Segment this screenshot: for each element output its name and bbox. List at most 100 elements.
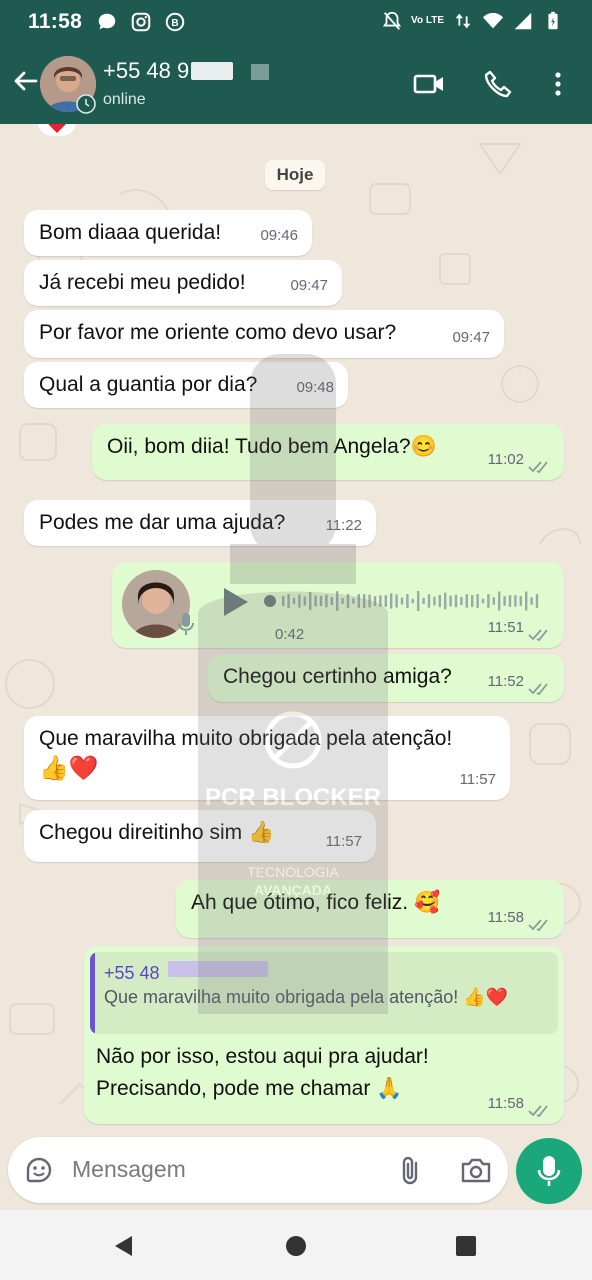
waveform-bar — [417, 591, 420, 611]
waveform-bar — [346, 594, 350, 608]
voice-record-button[interactable] — [516, 1138, 582, 1204]
contact-name[interactable]: +55 48 9 — [103, 58, 270, 84]
waveform-bar — [357, 594, 360, 608]
waveform-bar — [330, 597, 333, 605]
waveform-bar — [379, 595, 382, 607]
waveform-bar — [325, 594, 328, 608]
back-arrow-icon[interactable] — [10, 66, 40, 96]
quoted-message[interactable]: +55 48 Que maravilha muito obrigada pela… — [90, 952, 558, 1034]
message-time: 09:47 — [452, 329, 490, 346]
message-text: Já recebi meu pedido! — [39, 271, 246, 294]
message-emoji-line: 👍❤️ — [39, 755, 99, 782]
svg-text:B: B — [171, 18, 178, 29]
waveform-scrubber[interactable] — [264, 595, 276, 607]
message-time: 11:02 — [487, 451, 524, 468]
message-incoming[interactable]: Que maravilha muito obrigada pela atençã… — [24, 716, 510, 800]
voice-message[interactable]: 0:42 11:51 — [112, 562, 564, 648]
waveform-bar — [384, 595, 387, 607]
waveform-bar — [471, 595, 474, 607]
message-text: Bom diaaa querida! — [39, 221, 222, 244]
audio-waveform — [264, 591, 539, 611]
message-outgoing-reply[interactable]: +55 48 Que maravilha muito obrigada pela… — [84, 946, 564, 1124]
battery-icon — [548, 11, 558, 30]
redacted-quoted-number — [168, 961, 268, 977]
network-type-label: Vo LTE — [411, 15, 444, 26]
message-time: 09:48 — [296, 379, 334, 396]
waveform-bar — [454, 594, 458, 608]
waveform-bar — [309, 592, 312, 610]
message-time: 11:57 — [459, 771, 496, 788]
message-composer[interactable]: Mensagem — [8, 1137, 508, 1203]
waveform-bar — [368, 594, 371, 608]
play-icon[interactable] — [222, 586, 250, 618]
waveform-bar — [530, 597, 533, 605]
read-ticks-icon — [528, 683, 548, 696]
instagram-icon — [131, 12, 151, 32]
waveform-bar — [292, 597, 296, 605]
waveform-bar — [390, 593, 393, 609]
microphone-icon — [537, 1156, 561, 1186]
message-outgoing[interactable]: Chegou certinho amiga? 11:52 — [208, 654, 564, 702]
attach-icon[interactable] — [398, 1155, 422, 1187]
waveform-bar — [433, 596, 436, 606]
waveform-bar — [492, 597, 495, 605]
quoted-text: Que maravilha muito obrigada pela atençã… — [104, 987, 509, 1007]
waveform-bar — [449, 595, 452, 607]
message-incoming[interactable]: Chegou direitinho sim 👍 11:57 — [24, 810, 376, 862]
whatsapp-business-icon: B — [165, 12, 185, 32]
phone-call-icon[interactable] — [482, 68, 514, 100]
chat-area[interactable]: Hoje Bom diaaa querida! 09:46 Já recebi … — [0, 124, 592, 1146]
read-ticks-icon — [528, 919, 548, 932]
message-text: Podes me dar uma ajuda? — [39, 511, 286, 534]
verified-status-icon — [76, 94, 96, 114]
voice-mic-icon — [178, 613, 194, 635]
sticker-emoji-icon[interactable] — [24, 1155, 54, 1185]
message-time: 09:47 — [290, 277, 328, 294]
waveform-bar — [411, 598, 414, 604]
message-incoming[interactable]: Por favor me oriente como devo usar? 09:… — [24, 310, 504, 358]
redacted-number-extra — [251, 64, 270, 80]
video-call-icon[interactable] — [413, 68, 445, 100]
read-ticks-icon — [528, 1105, 548, 1118]
waveform-bar — [282, 596, 285, 606]
message-time: 11:51 — [487, 619, 524, 636]
heart-icon — [48, 124, 66, 133]
nav-recents-icon[interactable] — [454, 1234, 478, 1258]
message-text-line2: Precisando, pode me chamar 🙏 — [96, 1077, 403, 1100]
message-incoming[interactable]: Já recebi meu pedido! 09:47 — [24, 260, 342, 306]
waveform-bar — [503, 596, 506, 606]
message-text: Chegou certinho amiga? — [223, 665, 452, 688]
camera-icon[interactable] — [460, 1156, 492, 1184]
waveform-bar — [525, 591, 528, 611]
waveform-bar — [438, 594, 441, 608]
message-text: Ah que ótimo, fico feliz. 🥰 — [191, 891, 441, 914]
message-time: 11:57 — [325, 833, 362, 850]
waveform-bar — [373, 596, 377, 606]
waveform-bar — [508, 595, 512, 607]
waveform-bar — [298, 594, 301, 608]
message-incoming[interactable]: Podes me dar uma ajuda? 11:22 — [24, 500, 376, 546]
redacted-number — [191, 62, 234, 80]
message-text: Não por isso, estou aqui pra ajudar! — [96, 1045, 429, 1068]
waveform-bar — [481, 598, 485, 604]
message-incoming[interactable]: Bom diaaa querida! 09:46 — [24, 210, 312, 256]
message-time: 11:22 — [325, 517, 362, 534]
message-outgoing[interactable]: Oii, bom diia! Tudo bem Angela?😊 11:02 — [92, 424, 564, 480]
system-nav-bar — [0, 1210, 592, 1280]
waveform-bar — [303, 596, 306, 606]
nav-home-icon[interactable] — [284, 1234, 308, 1258]
chat-header: +55 48 9 online — [0, 46, 592, 124]
message-input[interactable]: Mensagem — [72, 1156, 186, 1183]
contact-status: online — [103, 91, 146, 108]
waveform-bar — [465, 594, 468, 608]
message-outgoing[interactable]: Ah que ótimo, fico feliz. 🥰 11:58 — [176, 880, 564, 938]
message-incoming[interactable]: Qual a guantia por dia? 09:48 — [24, 362, 348, 408]
message-text: Qual a guantia por dia? — [39, 373, 258, 396]
status-time: 11:58 — [28, 10, 83, 33]
waveform-bar — [287, 594, 290, 608]
message-time: 11:52 — [487, 673, 524, 690]
waveform-bar — [498, 591, 501, 611]
message-time: 11:58 — [487, 909, 524, 926]
nav-back-icon[interactable] — [112, 1234, 136, 1258]
more-options-icon[interactable] — [542, 68, 574, 100]
